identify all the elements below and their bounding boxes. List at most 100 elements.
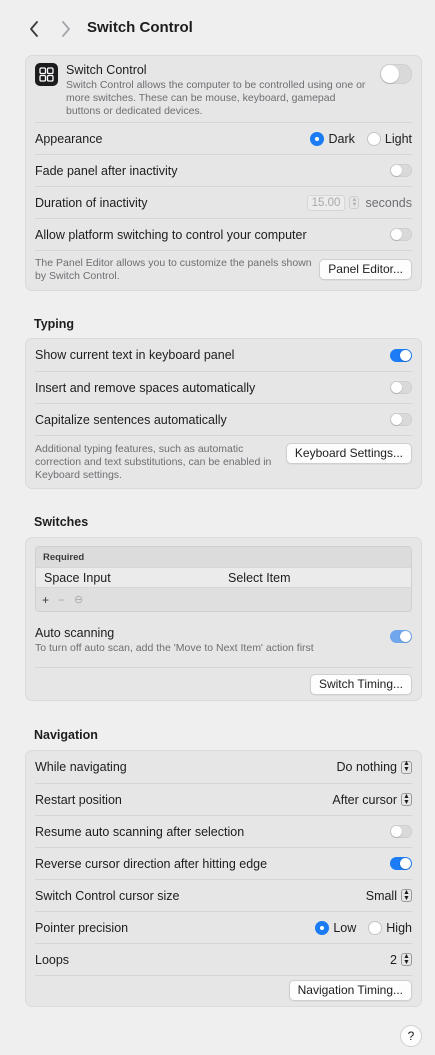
reverse-direction-label: Reverse cursor direction after hitting e…: [35, 856, 268, 871]
table-group-required: Required: [36, 547, 411, 567]
restart-position-popup[interactable]: After cursor ▲ ▼: [332, 793, 412, 807]
appearance-label: Appearance: [35, 131, 103, 146]
duration-stepper-arrows-icon[interactable]: ▲ ▼: [349, 196, 360, 209]
while-navigating-row: While navigating Do nothing ▲ ▼: [35, 751, 412, 783]
platform-switching-toggle[interactable]: [390, 228, 412, 241]
pointer-precision-low-radio[interactable]: [315, 920, 330, 935]
appearance-radio-group: Dark Light: [302, 131, 412, 146]
resume-scanning-toggle[interactable]: [390, 825, 412, 838]
switches-card: Required Space Input Select Item + − ⊖ A…: [25, 537, 422, 701]
switch-control-title: Switch Control: [66, 63, 147, 77]
chevron-updown-icon: ▲ ▼: [401, 953, 412, 966]
capitalize-label: Capitalize sentences automatically: [35, 412, 227, 427]
resume-scanning-label: Resume auto scanning after selection: [35, 824, 245, 839]
platform-switching-label: Allow platform switching to control your…: [35, 227, 307, 242]
duration-row: Duration of inactivity 15.00 ▲ ▼ seconds: [35, 186, 412, 218]
while-navigating-value: Do nothing: [336, 760, 397, 774]
appearance-dark-radio[interactable]: [310, 131, 325, 146]
cursor-size-row: Switch Control cursor size Small ▲ ▼: [35, 879, 412, 911]
while-navigating-popup[interactable]: Do nothing ▲ ▼: [337, 760, 412, 774]
switches-section-title: Switches: [34, 515, 89, 529]
restart-position-value: After cursor: [332, 792, 397, 807]
panel-editor-row: The Panel Editor allows you to customize…: [35, 250, 412, 288]
cursor-size-label: Switch Control cursor size: [35, 888, 180, 903]
switch-control-app-icon: [35, 63, 58, 86]
pointer-precision-high-radio[interactable]: [368, 920, 383, 935]
switch-control-row: Switch Control Switch Control allows the…: [35, 63, 412, 121]
pointer-precision-radio-group: Low High: [307, 920, 412, 935]
auto-scanning-description: To turn off auto scan, add the 'Move to …: [35, 642, 314, 654]
loops-label: Loops: [35, 952, 70, 967]
switch-input-cell: Space Input: [44, 570, 111, 585]
page-title: Switch Control: [87, 19, 193, 36]
panel-editor-description: The Panel Editor allows you to customize…: [35, 256, 312, 282]
appearance-row: Appearance Dark Light: [35, 122, 412, 154]
restart-position-row: Restart position After cursor ▲ ▼: [35, 783, 412, 815]
pointer-precision-high-label: High: [386, 920, 412, 935]
spaces-label: Insert and remove spaces automatically: [35, 380, 256, 395]
keyboard-settings-row: Additional typing features, such as auto…: [35, 435, 412, 487]
switch-action-cell: Select Item: [228, 570, 291, 585]
remove-switch-button[interactable]: −: [58, 593, 65, 607]
chevron-updown-icon: ▲ ▼: [401, 760, 412, 774]
auto-scanning-toggle[interactable]: [390, 630, 412, 643]
capitalize-toggle[interactable]: [390, 413, 412, 426]
chevron-updown-icon: ▲ ▼: [401, 793, 412, 806]
loops-row: Loops 2 ▲ ▼: [35, 943, 412, 975]
add-switch-button[interactable]: +: [42, 593, 49, 607]
restart-position-label: Restart position: [35, 792, 122, 807]
cursor-size-popup[interactable]: Small ▲ ▼: [366, 889, 412, 903]
reverse-direction-row: Reverse cursor direction after hitting e…: [35, 847, 412, 879]
loops-value: 2: [390, 952, 397, 967]
platform-switching-row: Allow platform switching to control your…: [35, 218, 412, 250]
loops-stepper[interactable]: 2 ▲ ▼: [390, 953, 412, 967]
pointer-precision-label: Pointer precision: [35, 920, 129, 935]
while-navigating-label: While navigating: [35, 760, 127, 774]
typing-card: Show current text in keyboard panel Inse…: [25, 338, 422, 489]
show-text-toggle[interactable]: [390, 348, 412, 362]
panel-editor-button[interactable]: Panel Editor...: [319, 259, 412, 280]
navigation-section-title: Navigation: [34, 728, 98, 742]
auto-scanning-row: Auto scanning To turn off auto scan, add…: [35, 626, 412, 664]
chevron-left-icon[interactable]: [24, 18, 44, 40]
navigation-card: While navigating Do nothing ▲ ▼ Restart p…: [25, 750, 422, 1007]
duration-label: Duration of inactivity: [35, 195, 148, 210]
general-card: Switch Control Switch Control allows the…: [25, 55, 422, 291]
cursor-size-value: Small: [365, 888, 397, 903]
appearance-dark-label: Dark: [328, 131, 355, 146]
switch-timing-row: Switch Timing...: [35, 667, 412, 700]
typing-section-title: Typing: [34, 317, 75, 331]
show-text-row: Show current text in keyboard panel: [35, 339, 412, 371]
duration-value[interactable]: 15.00: [306, 194, 346, 211]
appearance-light-label: Light: [384, 131, 412, 146]
duration-unit: seconds: [365, 195, 412, 210]
switch-timing-button[interactable]: Switch Timing...: [309, 673, 412, 695]
keyboard-settings-description: Additional typing features, such as auto…: [35, 443, 272, 481]
switch-control-description: Switch Control allows the computer to be…: [66, 79, 366, 117]
capitalize-row: Capitalize sentences automatically: [35, 403, 412, 435]
keyboard-settings-button[interactable]: Keyboard Settings...: [285, 443, 412, 464]
pointer-precision-row: Pointer precision Low High: [35, 911, 412, 943]
toolbar: Switch Control: [0, 0, 435, 56]
switch-control-toggle[interactable]: [380, 64, 412, 84]
fade-panel-label: Fade panel after inactivity: [35, 163, 178, 178]
fade-panel-row: Fade panel after inactivity: [35, 154, 412, 186]
table-row[interactable]: Space Input Select Item: [36, 567, 411, 588]
navigation-timing-button[interactable]: Navigation Timing...: [288, 980, 412, 1001]
settings-window: Switch Control Switch Control Switch Con…: [0, 0, 435, 1055]
chevron-right-icon[interactable]: [56, 18, 76, 40]
fade-panel-toggle[interactable]: [390, 164, 412, 177]
table-tools: + − ⊖: [36, 588, 411, 611]
spaces-row: Insert and remove spaces automatically: [35, 371, 412, 403]
navigation-timing-row: Navigation Timing...: [35, 975, 412, 1005]
reverse-direction-toggle[interactable]: [390, 857, 412, 870]
pointer-precision-low-label: Low: [333, 920, 357, 935]
duration-stepper: 15.00 ▲ ▼ seconds: [306, 194, 412, 211]
show-text-label: Show current text in keyboard panel: [35, 348, 235, 362]
switch-options-button[interactable]: ⊖: [74, 593, 83, 606]
appearance-light-radio[interactable]: [366, 131, 381, 146]
auto-scanning-label: Auto scanning: [35, 626, 115, 640]
spaces-toggle[interactable]: [390, 381, 412, 394]
help-button[interactable]: ?: [400, 1025, 422, 1047]
resume-scanning-row: Resume auto scanning after selection: [35, 815, 412, 847]
